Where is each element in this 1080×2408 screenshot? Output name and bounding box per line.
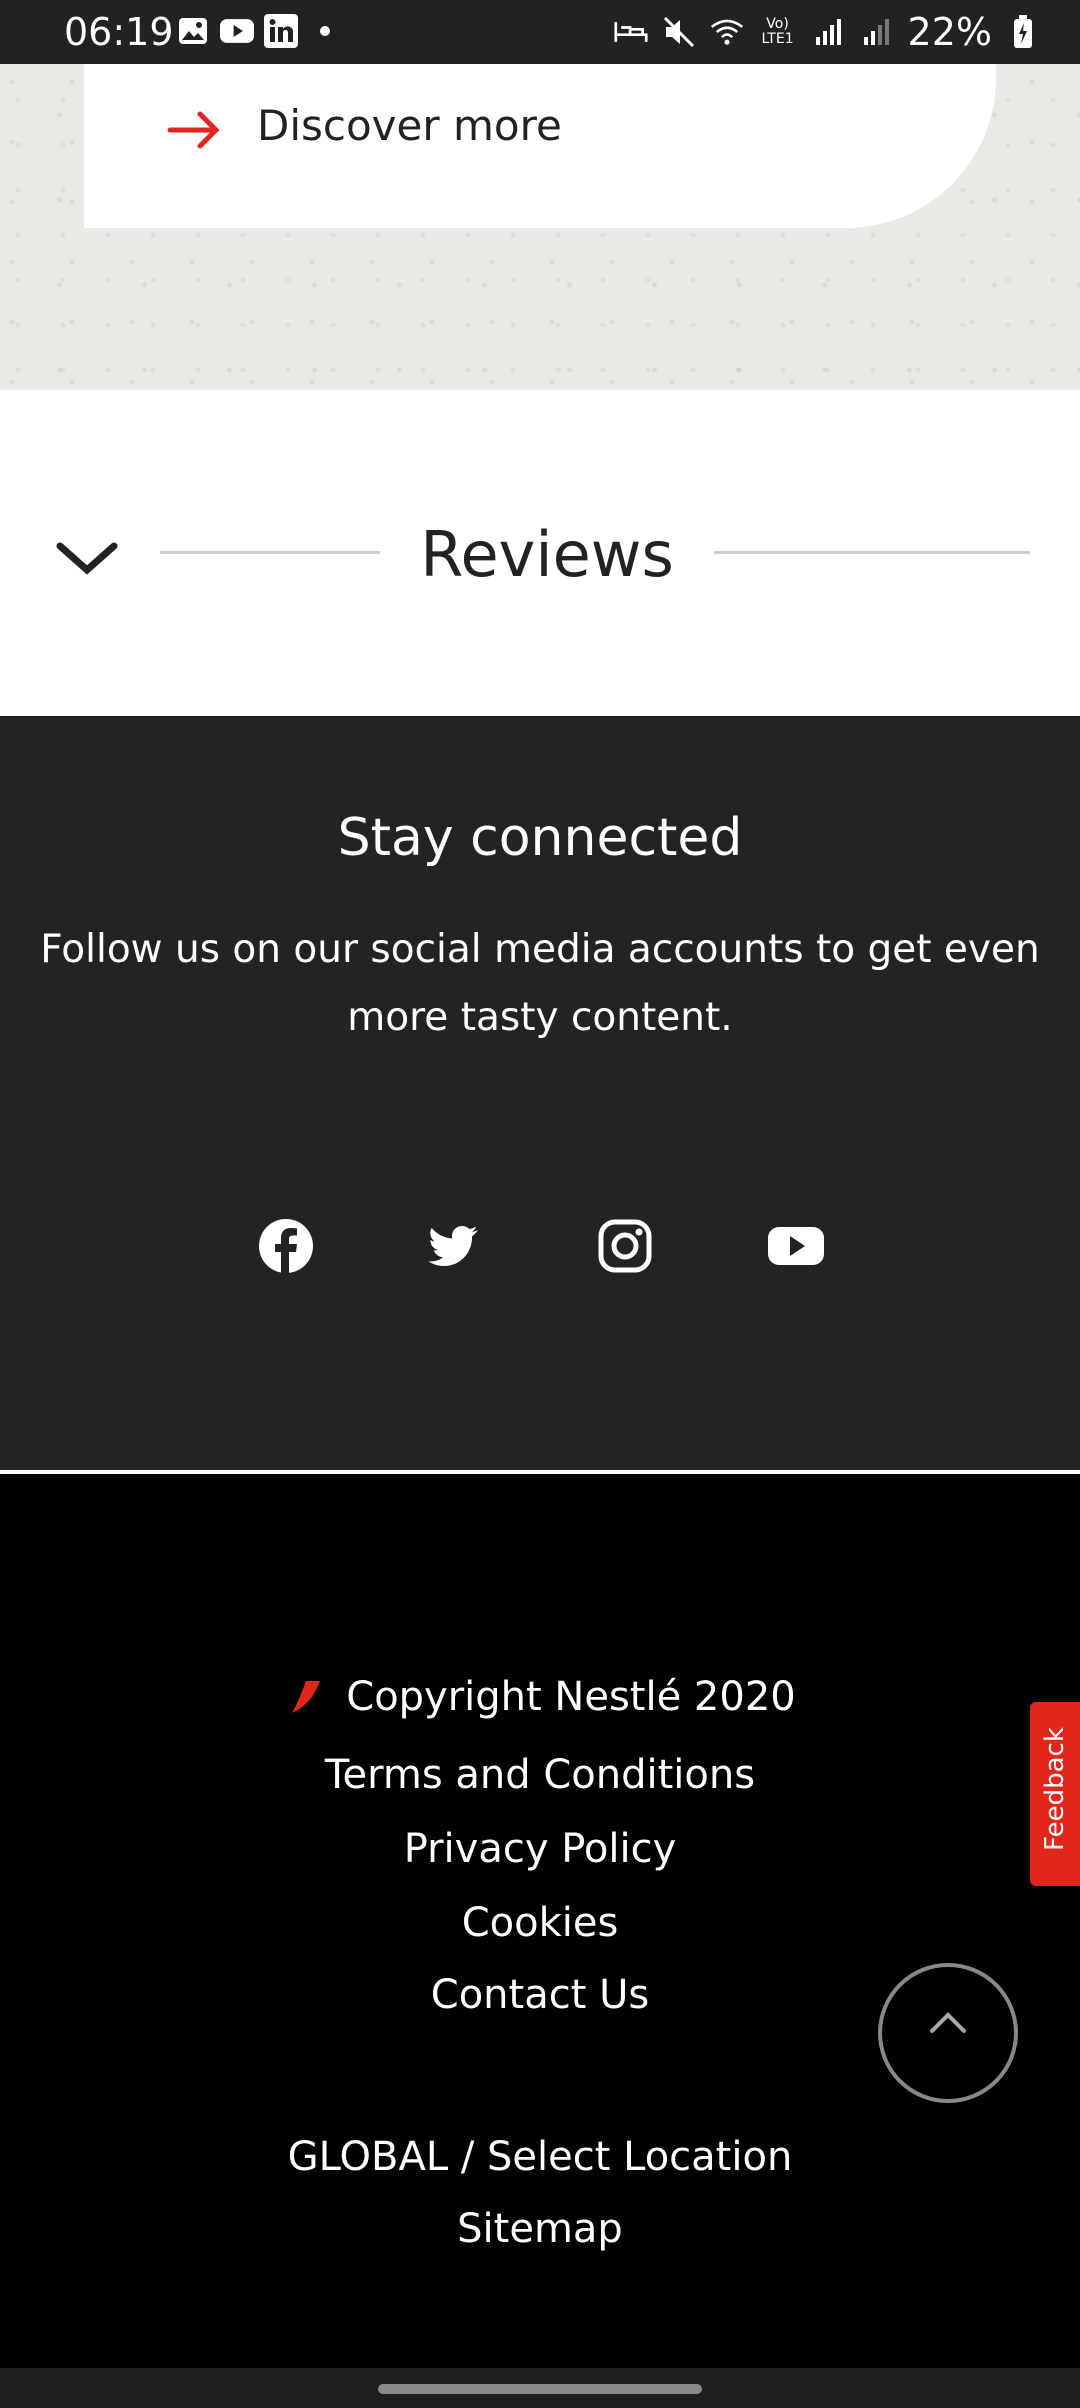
reviews-section: Reviews xyxy=(0,390,1080,716)
stay-connected-section: Stay connected Follow us on our social m… xyxy=(0,716,1080,1470)
back-to-top-button[interactable] xyxy=(878,1963,1018,2103)
volte-icon: Vo) LTE1 xyxy=(761,16,794,47)
arrow-right-icon xyxy=(167,111,220,149)
footer-link-sitemap[interactable]: Sitemap xyxy=(0,2206,1080,2252)
footer-link-cookies[interactable]: Cookies xyxy=(0,1900,1080,1946)
footer: Copyright Nestlé 2020 Terms and Conditio… xyxy=(0,1474,1080,2368)
sleep-icon xyxy=(613,15,648,49)
image-icon xyxy=(176,14,210,48)
signal-icon xyxy=(812,15,846,49)
notification-icons xyxy=(176,14,342,48)
status-time: 06:19 xyxy=(64,10,174,54)
instagram-icon[interactable] xyxy=(595,1216,655,1276)
reviews-title[interactable]: Reviews xyxy=(380,518,714,591)
linkedin-icon xyxy=(264,14,298,48)
footer-link-location[interactable]: GLOBAL / Select Location xyxy=(0,2134,1080,2180)
copyright: Copyright Nestlé 2020 xyxy=(0,1674,1080,1727)
divider-line xyxy=(160,551,380,554)
footer-link-terms[interactable]: Terms and Conditions xyxy=(0,1752,1080,1798)
facebook-icon[interactable] xyxy=(256,1216,316,1276)
battery-charging-icon xyxy=(1006,15,1040,49)
stay-connected-title: Stay connected xyxy=(337,808,743,868)
wifi-icon xyxy=(710,15,744,49)
system-icons: Vo) LTE1 22% xyxy=(613,10,1040,54)
battery-percent: 22% xyxy=(907,10,992,54)
twitter-icon[interactable] xyxy=(424,1216,484,1276)
chevron-down-icon[interactable] xyxy=(54,538,120,578)
feedback-button[interactable]: Feedback xyxy=(1030,1702,1080,1886)
mute-icon xyxy=(662,15,696,49)
copyright-text: Copyright Nestlé 2020 xyxy=(346,1674,796,1720)
signal-icon xyxy=(860,15,894,49)
system-nav-bar xyxy=(0,2368,1080,2408)
dot-icon xyxy=(308,14,342,48)
discover-more-card[interactable]: Discover more xyxy=(84,64,996,228)
nestle-logo-icon xyxy=(292,1681,321,1713)
chevron-up-icon xyxy=(930,2012,966,2033)
divider-line xyxy=(714,551,1030,554)
discover-more-link[interactable]: Discover more xyxy=(257,101,562,150)
hero-background: Discover more xyxy=(0,64,1080,390)
youtube-icon xyxy=(220,14,254,48)
feedback-label: Feedback xyxy=(1040,1727,1070,1851)
youtube-icon[interactable] xyxy=(766,1216,826,1276)
stay-connected-text: Follow us on our social media accounts t… xyxy=(40,927,1040,1040)
status-bar: 06:19 Vo) LTE1 22% xyxy=(0,0,1080,64)
home-handle[interactable] xyxy=(378,2384,702,2394)
footer-link-privacy[interactable]: Privacy Policy xyxy=(0,1826,1080,1872)
